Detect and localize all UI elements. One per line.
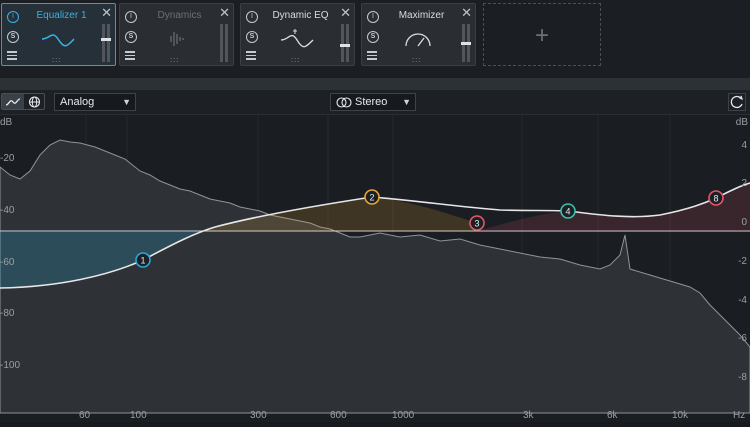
- module-title: Maximizer: [398, 10, 445, 21]
- right-scale-tick: -6: [738, 333, 747, 344]
- level-meter: [220, 24, 228, 62]
- left-scale-tick: -40: [0, 205, 15, 216]
- module-maximizer[interactable]: I S Maximizer ✕ ∶∶∶: [361, 3, 476, 66]
- eq-curve-icon: [41, 34, 75, 47]
- grip-icon: ∶∶∶: [170, 56, 180, 65]
- mode-dropdown[interactable]: Analog ▼: [54, 93, 136, 111]
- module-dynamics[interactable]: I S Dynamics ✕ ∶∶∶: [119, 3, 234, 66]
- eq-band-node-3[interactable]: 3: [469, 215, 485, 231]
- freq-tick: 1000: [392, 410, 415, 421]
- right-scale-tick: -2: [738, 256, 747, 267]
- right-scale-tick: 0: [741, 217, 747, 228]
- chevron-down-icon: ▼: [122, 97, 131, 107]
- view-toggle[interactable]: [1, 93, 45, 110]
- close-icon[interactable]: ✕: [461, 6, 472, 19]
- module-dynamic-eq[interactable]: I S Dynamic EQ ✕ ∶∶∶: [240, 3, 355, 66]
- eq-band-node-1[interactable]: 1: [135, 252, 151, 268]
- level-meter: [461, 24, 471, 62]
- eq-band-node-label: 2: [369, 193, 374, 203]
- eq-band-node-label: 3: [474, 219, 479, 229]
- left-scale-tick: -100: [0, 360, 21, 371]
- plus-icon: +: [534, 22, 549, 49]
- reset-button[interactable]: [728, 93, 746, 111]
- grip-icon: ∶∶∶: [412, 56, 422, 65]
- solo-icon[interactable]: S: [7, 31, 19, 43]
- right-scale-tick: 2: [741, 178, 747, 189]
- left-scale-tick: -20: [0, 153, 15, 164]
- module-title: Dynamic EQ: [272, 10, 329, 21]
- freq-tick: 6k: [607, 410, 618, 421]
- close-icon[interactable]: ✕: [101, 6, 112, 19]
- freq-tick: 600: [330, 410, 347, 421]
- grip-icon: ∶∶∶: [52, 56, 62, 65]
- eq-band-node-2[interactable]: 2: [364, 189, 380, 205]
- freq-tick: 100: [130, 410, 147, 421]
- power-icon[interactable]: I: [125, 11, 137, 23]
- mode-value: Analog: [60, 96, 95, 108]
- right-db-label: dB: [735, 117, 748, 128]
- grip-icon: ∶∶∶: [291, 56, 301, 65]
- freq-unit: Hz: [733, 410, 746, 421]
- level-meter: [340, 24, 350, 62]
- power-icon[interactable]: I: [246, 11, 258, 23]
- left-db-label: dB: [0, 117, 13, 128]
- solo-icon[interactable]: S: [125, 31, 137, 43]
- chevron-down-icon: ▼: [402, 97, 411, 107]
- eq-graph-canvas[interactable]: 1 2 3 4 8: [0, 115, 750, 422]
- module-chain: I S Equalizer 1 ✕ ∶∶∶ I S Dynamics ✕ ∶∶∶…: [0, 0, 750, 78]
- eq-graph[interactable]: 1 2 3 4 8 dB dB -20 -40 -60 -80 -100 4 2 0 -…: [0, 115, 750, 422]
- level-meter: [101, 24, 111, 62]
- module-title: Dynamics: [157, 10, 202, 21]
- close-icon[interactable]: ✕: [340, 6, 351, 19]
- solo-icon[interactable]: S: [246, 31, 258, 43]
- divider: [0, 78, 750, 90]
- left-scale-tick: -60: [0, 257, 15, 268]
- eq-toolbar: Analog ▼ Stereo ▼: [0, 90, 750, 115]
- power-icon[interactable]: I: [367, 11, 379, 23]
- gauge-icon: [405, 33, 431, 47]
- freq-tick: 10k: [672, 410, 689, 421]
- solo-icon[interactable]: S: [367, 31, 379, 43]
- right-scale-tick: 4: [741, 140, 747, 151]
- left-scale-tick: -80: [0, 308, 15, 319]
- eq-band-node-label: 8: [713, 194, 718, 204]
- globe-icon[interactable]: [28, 96, 41, 108]
- stereo-icon: [336, 97, 352, 108]
- eq-band-node-label: 4: [565, 207, 570, 217]
- right-scale-tick: -4: [738, 295, 747, 306]
- freq-tick: 3k: [523, 410, 534, 421]
- curve-view-icon[interactable]: [5, 96, 21, 108]
- channel-value: Stereo: [355, 96, 388, 108]
- freq-tick: 60: [79, 410, 91, 421]
- freq-tick: 300: [250, 410, 267, 421]
- right-scale-tick: -8: [738, 372, 747, 383]
- menu-icon[interactable]: [367, 51, 377, 60]
- dynamic-eq-icon: [280, 29, 314, 48]
- module-title: Equalizer 1: [36, 10, 87, 21]
- power-icon[interactable]: I: [7, 11, 19, 23]
- channel-dropdown[interactable]: Stereo ▼: [330, 93, 416, 111]
- module-equalizer[interactable]: I S Equalizer 1 ✕ ∶∶∶: [1, 3, 116, 66]
- menu-icon[interactable]: [7, 51, 17, 60]
- add-module-slot[interactable]: +: [483, 3, 601, 66]
- eq-band-node-4[interactable]: 4: [560, 203, 576, 219]
- eq-band-node-8[interactable]: 8: [708, 190, 724, 206]
- refresh-icon: [730, 95, 743, 109]
- eq-band-node-label: 1: [140, 256, 145, 266]
- close-icon[interactable]: ✕: [219, 6, 230, 19]
- menu-icon[interactable]: [125, 51, 135, 60]
- menu-icon[interactable]: [246, 51, 256, 60]
- waveform-icon: [170, 32, 184, 46]
